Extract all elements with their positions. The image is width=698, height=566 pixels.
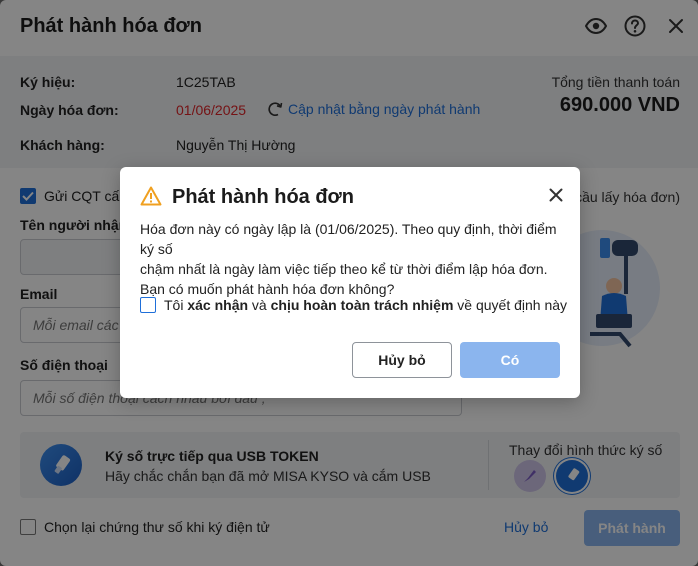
confirm-responsibility-checkbox[interactable]: [140, 297, 156, 313]
modal-message: Hóa đơn này có ngày lập là (01/06/2025).…: [140, 219, 570, 299]
confirm-modal: Phát hành hóa đơn Hóa đơn này có ngày lậ…: [120, 167, 580, 398]
modal-close-icon[interactable]: [546, 185, 566, 205]
modal-cancel-button[interactable]: Hủy bỏ: [352, 342, 452, 378]
modal-message-line1: Hóa đơn này có ngày lập là (01/06/2025).…: [140, 221, 557, 257]
modal-message-line3: Bạn có muốn phát hành hóa đơn không?: [140, 281, 395, 297]
modal-confirm-button[interactable]: Có: [460, 342, 560, 378]
warning-icon: [140, 186, 162, 206]
confirm-responsibility-row[interactable]: Tôi xác nhận và chịu hoàn toàn trách nhi…: [140, 297, 567, 313]
confirm-responsibility-label: Tôi xác nhận và chịu hoàn toàn trách nhi…: [164, 297, 568, 313]
modal-message-line2: chậm nhất là ngày làm việc tiếp theo kể …: [140, 261, 548, 277]
modal-title: Phát hành hóa đơn: [172, 186, 354, 208]
